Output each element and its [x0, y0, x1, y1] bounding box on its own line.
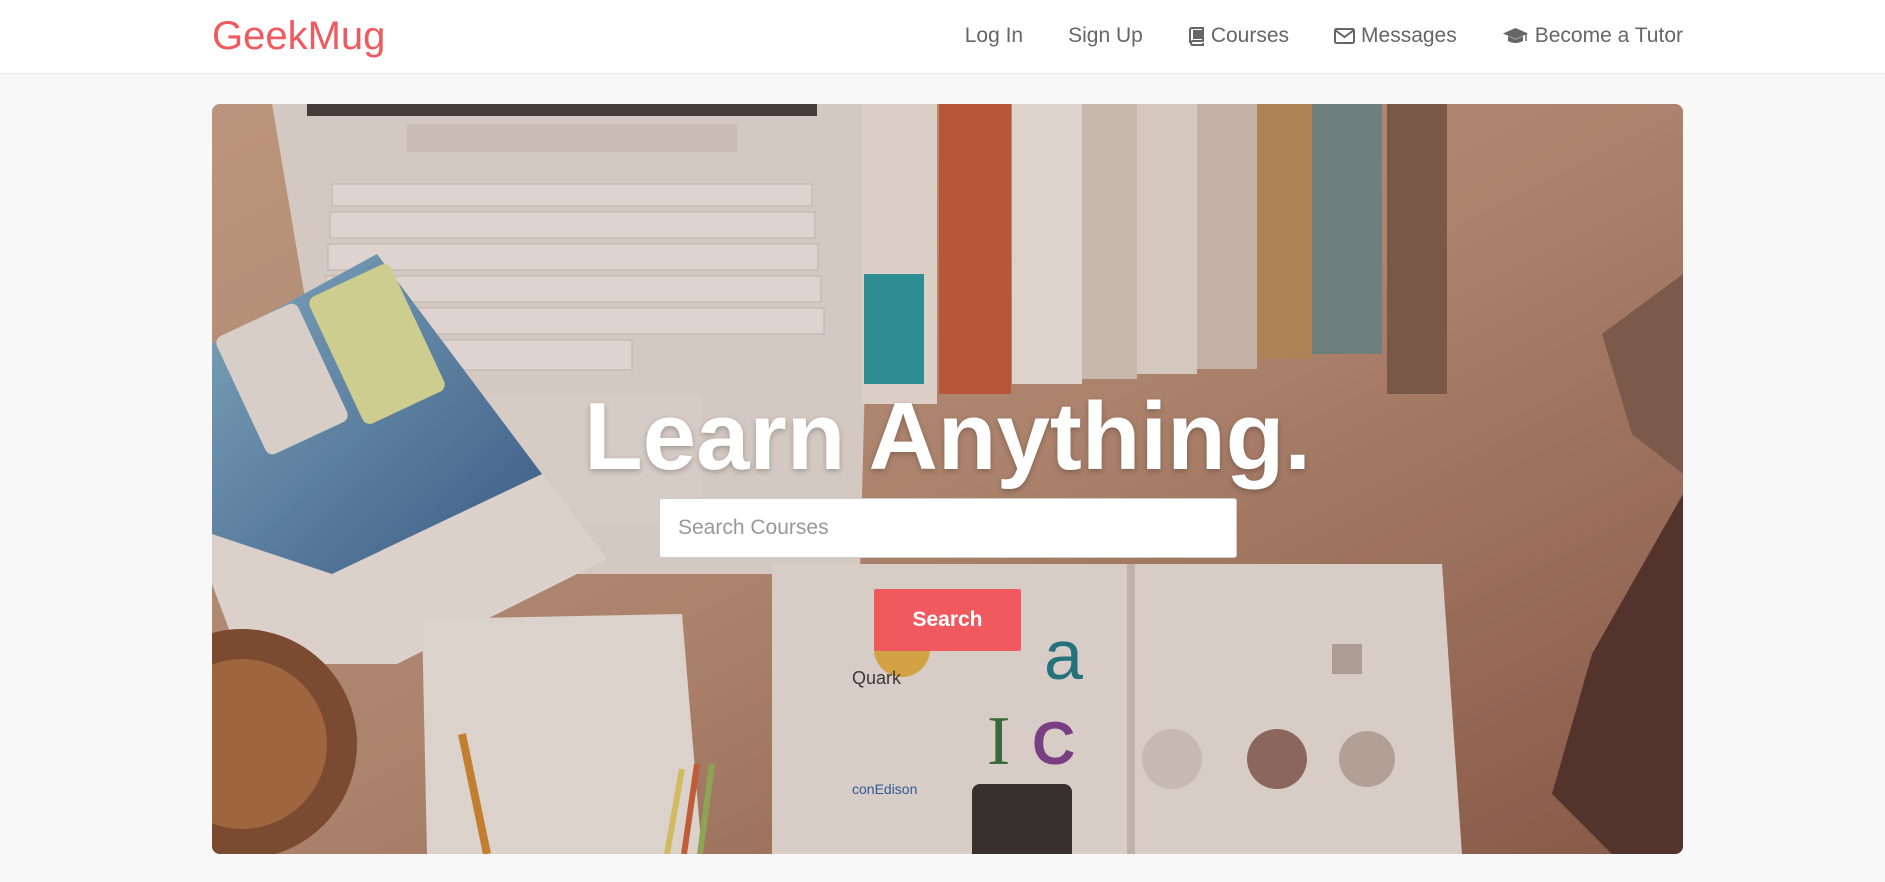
login-label: Log In — [964, 24, 1024, 47]
book-icon — [1188, 26, 1205, 46]
messages-label: Messages — [1361, 24, 1457, 47]
search-button[interactable]: Search — [874, 589, 1021, 651]
hero-banner: a Quark conEdison I C Learn Anything. Se… — [212, 104, 1683, 854]
become-tutor-label: Become a Tutor — [1534, 24, 1683, 47]
nav-menu: Log In Sign Up Courses Messages Become a… — [920, 0, 1683, 72]
signup-link[interactable]: Sign Up — [1068, 24, 1143, 48]
courses-label: Courses — [1210, 24, 1290, 47]
graduation-cap-icon — [1502, 27, 1529, 45]
navbar: GeekMug Log In Sign Up Courses Messages … — [0, 0, 1885, 74]
courses-link[interactable]: Courses — [1188, 24, 1289, 48]
signup-label: Sign Up — [1068, 24, 1143, 47]
brand-logo[interactable]: GeekMug — [212, 12, 385, 60]
hero-title: Learn Anything. — [583, 383, 1312, 490]
messages-link[interactable]: Messages — [1334, 24, 1457, 48]
envelope-icon — [1334, 28, 1356, 44]
search-courses-input[interactable] — [659, 498, 1237, 558]
login-link[interactable]: Log In — [965, 24, 1023, 48]
become-tutor-link[interactable]: Become a Tutor — [1502, 24, 1683, 48]
